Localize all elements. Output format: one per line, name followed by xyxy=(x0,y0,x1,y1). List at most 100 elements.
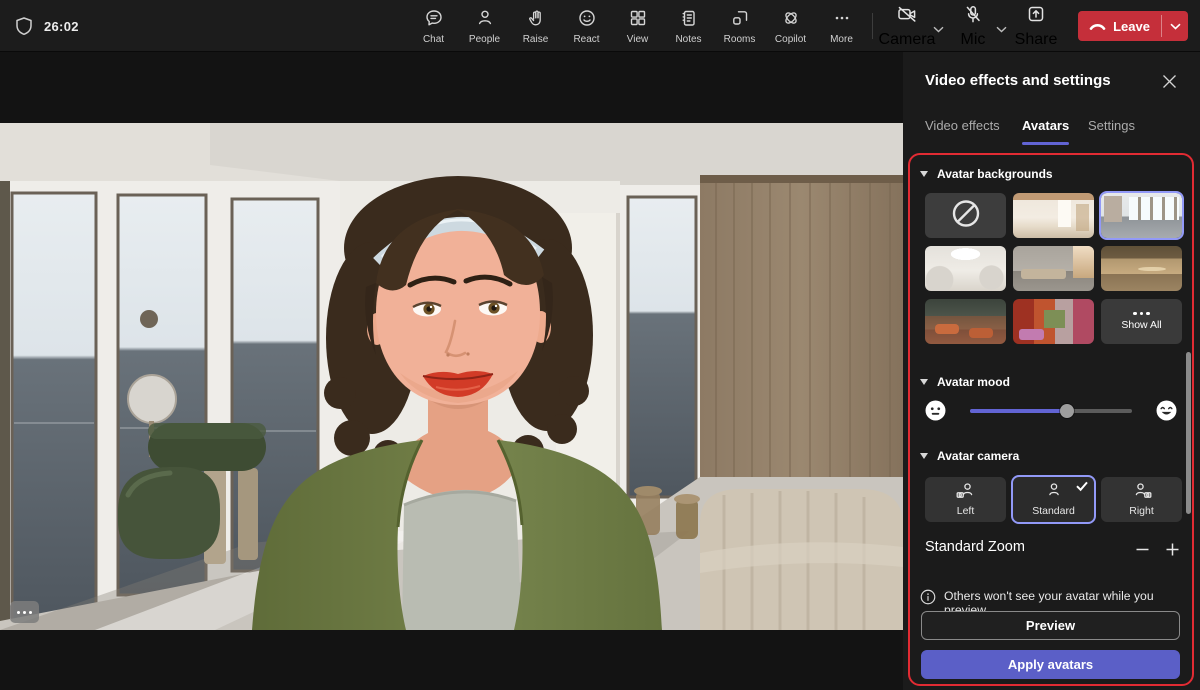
apply-avatars-button[interactable]: Apply avatars xyxy=(921,650,1180,679)
view-grid-icon xyxy=(628,8,648,33)
preview-button[interactable]: Preview xyxy=(921,611,1180,640)
neutral-face-icon xyxy=(925,400,946,426)
avatar-camera-section-header[interactable]: Avatar camera xyxy=(920,449,1019,463)
leave-button[interactable]: Leave xyxy=(1078,11,1188,41)
rooms-button[interactable]: Rooms xyxy=(714,0,765,52)
camera-toggle-button[interactable]: Camera xyxy=(884,0,930,52)
active-tab-underline xyxy=(1022,142,1069,145)
avatar-backgrounds-section-header[interactable]: Avatar backgrounds xyxy=(920,167,1053,181)
chevron-down-icon xyxy=(920,453,928,459)
mood-slider-thumb[interactable] xyxy=(1060,404,1074,418)
hangup-phone-icon xyxy=(1089,19,1106,34)
notes-label: Notes xyxy=(675,35,701,45)
chat-label: Chat xyxy=(423,35,444,45)
copilot-button[interactable]: Copilot xyxy=(765,0,816,52)
person-camera-right-icon xyxy=(1131,482,1153,503)
avatar-camera-option-standard[interactable]: Standard xyxy=(1013,477,1094,522)
copilot-label: Copilot xyxy=(775,35,806,45)
avatar-background-thumbnail[interactable] xyxy=(1101,246,1182,291)
chat-button[interactable]: Chat xyxy=(408,0,459,52)
avatar-mood-label: Avatar mood xyxy=(937,375,1010,389)
meeting-toolbar: 26:02 Chat People Raise React View xyxy=(0,0,1200,52)
tab-avatars[interactable]: Avatars xyxy=(1022,118,1069,133)
chat-icon xyxy=(424,8,444,33)
mic-label: Mic xyxy=(961,31,986,49)
video-effects-panel: Video effects and settings Video effects… xyxy=(903,52,1200,690)
tab-video-effects[interactable]: Video effects xyxy=(925,118,1000,133)
camera-label: Camera xyxy=(879,31,936,49)
mood-slider-track[interactable] xyxy=(970,409,1132,413)
zoom-in-button[interactable] xyxy=(1159,536,1185,562)
avatar-background-thumbnail[interactable] xyxy=(925,299,1006,344)
rooms-icon xyxy=(730,8,750,33)
panel-title: Video effects and settings xyxy=(925,72,1111,89)
leave-label: Leave xyxy=(1113,19,1150,34)
avatar-background-thumbnail[interactable] xyxy=(925,193,1006,238)
beige-sofa xyxy=(700,489,903,630)
react-smiley-icon xyxy=(577,8,597,33)
selected-check-icon xyxy=(1165,194,1179,212)
avatar-background-thumbnail[interactable] xyxy=(1013,299,1094,344)
grinning-face-icon xyxy=(1156,400,1177,426)
zoom-mode-label: Standard Zoom xyxy=(925,539,1025,555)
selected-check-icon xyxy=(1075,480,1089,495)
raise-hand-label: Raise xyxy=(523,35,549,45)
person-camera-left-icon xyxy=(955,482,977,503)
preview-button-label: Preview xyxy=(1026,618,1075,633)
avatar-mood-section-header[interactable]: Avatar mood xyxy=(920,375,1010,389)
mood-slider-fill xyxy=(970,409,1067,413)
stage-area xyxy=(0,52,903,690)
view-label: View xyxy=(627,35,649,45)
avatar-backgrounds-label: Avatar backgrounds xyxy=(937,167,1053,181)
raise-hand-button[interactable]: Raise xyxy=(510,0,561,52)
close-icon[interactable] xyxy=(1158,70,1180,92)
avatar-background-thumbnail[interactable] xyxy=(1013,193,1094,238)
show-all-label: Show All xyxy=(1121,319,1161,331)
mic-options-chevron[interactable] xyxy=(996,20,1007,38)
leave-options-chevron[interactable] xyxy=(1162,11,1188,41)
people-label: People xyxy=(469,35,500,45)
avatar-room-scene xyxy=(0,123,903,630)
react-label: React xyxy=(573,35,599,45)
meeting-timer: 26:02 xyxy=(44,19,79,34)
notes-button[interactable]: Notes xyxy=(663,0,714,52)
rooms-label: Rooms xyxy=(724,35,756,45)
avatar-background-thumbnail[interactable] xyxy=(1013,246,1094,291)
toolbar-buttons: Chat People Raise React View Notes xyxy=(408,0,867,52)
zoom-out-button[interactable] xyxy=(1129,536,1155,562)
toolbar-divider xyxy=(872,13,873,39)
avatar-background-thumbnail[interactable] xyxy=(1101,193,1182,238)
people-button[interactable]: People xyxy=(459,0,510,52)
camera-standard-label: Standard xyxy=(1032,505,1075,517)
avatar-camera-label: Avatar camera xyxy=(937,449,1019,463)
teams-meeting-window: 26:02 Chat People Raise React View xyxy=(0,0,1200,690)
more-button[interactable]: More xyxy=(816,0,867,52)
info-icon xyxy=(920,589,936,608)
people-icon xyxy=(475,8,495,33)
person-icon xyxy=(1043,482,1065,503)
mic-toggle-button[interactable]: Mic xyxy=(953,0,993,52)
avatar-zoom-row: Standard Zoom xyxy=(925,536,1181,562)
avatar-camera-option-left[interactable]: Left xyxy=(925,477,1006,522)
raise-hand-icon xyxy=(526,8,546,33)
show-all-backgrounds-button[interactable]: Show All xyxy=(1101,299,1182,344)
panel-scrollbar-thumb[interactable] xyxy=(1186,352,1191,514)
security-shield-icon xyxy=(14,15,34,42)
avatar-mood-slider-row xyxy=(922,398,1180,424)
more-ellipsis-icon xyxy=(1133,312,1150,316)
view-button[interactable]: View xyxy=(612,0,663,52)
avatar-background-thumbnail[interactable] xyxy=(925,246,1006,291)
mic-muted-icon xyxy=(963,4,983,29)
video-overflow-button[interactable] xyxy=(10,601,39,623)
react-button[interactable]: React xyxy=(561,0,612,52)
tab-settings[interactable]: Settings xyxy=(1088,118,1135,133)
camera-right-label: Right xyxy=(1129,505,1154,517)
share-button[interactable]: Share xyxy=(1014,0,1058,52)
avatar-camera-option-right[interactable]: Right xyxy=(1101,477,1182,522)
avatar-video-preview xyxy=(0,123,903,630)
notes-icon xyxy=(679,8,699,33)
camera-options-chevron[interactable] xyxy=(933,20,944,38)
more-ellipsis-icon xyxy=(832,8,852,33)
share-icon xyxy=(1026,4,1046,29)
apply-avatars-button-label: Apply avatars xyxy=(1008,657,1093,672)
